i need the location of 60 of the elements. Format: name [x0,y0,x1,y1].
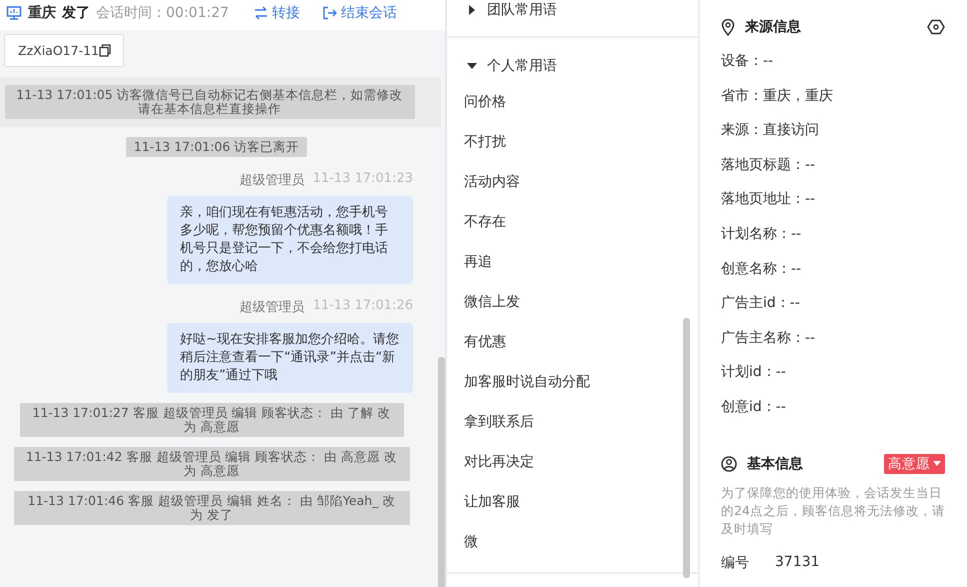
message-bubble: 好哒~现在安排客服加您介绍哈。请您稍后注意查看一下“通讯录”并点击“新的朋友”通过下哦 [167,323,413,393]
status-dropdown[interactable]: 高意愿 [884,454,945,474]
exit-icon [322,6,338,20]
phrase-item[interactable]: 微信上发 [447,292,698,332]
monitor-icon [6,6,22,20]
info-field: 创意名称：-- [721,258,945,294]
scrollbar[interactable] [438,357,445,587]
phrase-item[interactable]: 对比再决定 [447,452,698,492]
phrase-item[interactable]: 加客服时说自动分配 [447,372,698,412]
phrase-item[interactable]: 问价格 [447,92,698,132]
field-label: 编号 [721,554,749,572]
caret-right-icon [467,5,477,15]
phrase-group-header[interactable]: 个人常用语 [447,54,698,78]
phrase-item[interactable]: 再追 [447,252,698,292]
end-session-link[interactable]: 结束会话 [322,4,397,22]
visitor-name: 发了 [62,4,90,22]
phrase-item[interactable]: 不打扰 [447,132,698,172]
sender-name: 超级管理员 [240,172,305,189]
scrollbar[interactable] [683,318,690,578]
info-field: 计划id：-- [721,362,945,397]
sender-name: 超级管理员 [240,299,305,316]
message-bubble: 亲，咱们现在有钜惠活动，您手机号多少呢，帮您预留个优惠名额哦！手机号只是登记一下，不会给您打电话的，您放心哈 [167,196,413,284]
message-time: 11-13 17:01:23 [312,171,413,188]
info-field: 落地页地址：-- [721,189,945,224]
session-time: 会话时间：00:01:27 [96,4,229,22]
info-field: 落地页标题：-- [721,154,945,190]
system-notice: 11-13 17:01:46 客服 超级管理员 编辑 姓名： 由 邹陷Yeah_ 改为 发了 [14,491,410,525]
copy-icon [98,44,111,57]
section-title: 来源信息 [745,18,801,36]
info-field: 来源：直接访问 [721,120,945,155]
settings-icon [927,19,945,35]
location-pin-icon [721,18,735,36]
swap-arrows-icon [252,6,269,20]
info-field: 省市：重庆，重庆 [721,86,945,120]
field-value: 37131 [775,554,820,572]
section-title: 基本信息 [747,454,803,473]
info-field: 创意id：-- [721,396,945,432]
system-notice: 11-13 17:01:42 客服 超级管理员 编辑 顾客状态： 由 高意愿 改为 高意愿 [14,447,410,481]
system-notice: 11-13 17:01:06 访客已离开 [126,137,308,157]
system-notice: 11-13 17:01:05 访客微信号已自动标记右侧基本信息栏，如需修改请在基本信息栏直接操作 [4,85,414,119]
info-field: 计划名称：-- [721,224,945,259]
phrase-item[interactable]: 拿到联系后 [447,412,698,452]
phrase-item[interactable]: 活动内容 [447,172,698,212]
caret-down-icon [467,61,477,71]
message-time: 11-13 17:01:26 [312,298,413,315]
phrase-item[interactable]: 不存在 [447,212,698,252]
system-notice: 11-13 17:01:27 客服 超级管理员 编辑 顾客状态： 由 了解 改为 高意愿 [20,403,404,437]
user-circle-icon [721,456,737,472]
visitor-id: ZzXiaO17-11 [18,43,99,58]
phrase-item[interactable]: 有优惠 [447,332,698,372]
caret-down-icon [933,461,941,466]
hint-text: 为了保障您的使用体验，会话发生当日的24点之后，顾客信息将无法修改，请及时填写 [721,484,945,538]
info-field: 设备：-- [721,51,945,86]
info-field: 广告主名称：-- [721,328,945,362]
phrase-group-header[interactable]: 团队常用语 [447,0,698,22]
info-field: 广告主id：-- [721,293,945,328]
phrase-item[interactable]: 让加客服 [447,492,698,532]
visitor-region: 重庆 [28,4,56,22]
phrase-item[interactable]: 微 [447,532,698,572]
transfer-link[interactable]: 转接 [252,4,300,22]
